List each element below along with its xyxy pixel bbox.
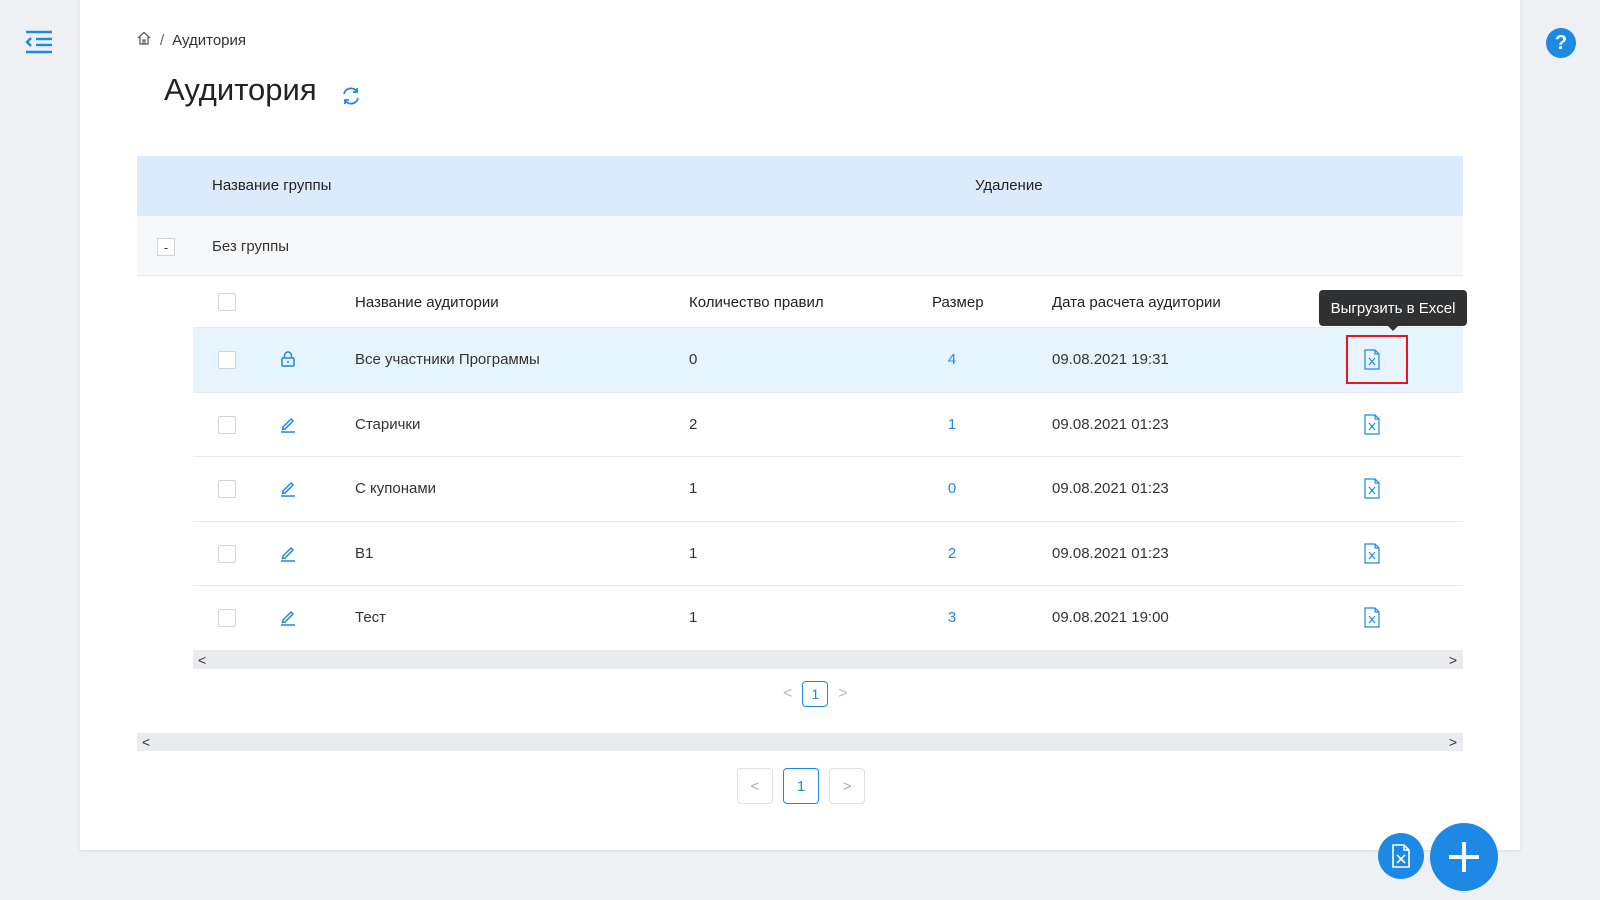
rules-count: 1 — [689, 609, 698, 626]
outer-horizontal-scrollbar[interactable]: < > — [137, 732, 1463, 751]
plus-icon — [1449, 842, 1479, 872]
calc-date: 09.08.2021 19:00 — [1052, 609, 1169, 626]
table-row[interactable]: Тест 1 3 09.08.2021 19:00 — [193, 586, 1463, 651]
calc-date: 09.08.2021 01:23 — [1052, 415, 1169, 433]
menu-toggle-icon[interactable] — [24, 28, 54, 56]
inner-prev-page-button[interactable]: < — [783, 685, 792, 703]
export-excel-icon[interactable] — [1363, 607, 1381, 628]
collapse-group-button[interactable]: - — [157, 238, 175, 256]
audience-name: Тест — [355, 609, 387, 626]
help-button[interactable]: ? — [1546, 28, 1576, 58]
rules-count: 2 — [689, 415, 698, 433]
audiences-table-header: Название аудитории Количество правил Раз… — [193, 276, 1467, 331]
group-label: Без группы — [212, 238, 290, 255]
audiences-table: Название аудитории Количество правил Раз… — [193, 276, 1467, 731]
lock-icon — [279, 350, 297, 368]
main-card: / Аудитория Аудитория Название группы Уд… — [80, 0, 1520, 850]
edit-icon[interactable] — [279, 415, 297, 433]
inner-horizontal-scrollbar[interactable]: < > — [193, 650, 1463, 669]
rules-count: 0 — [689, 351, 698, 368]
inner-pagination: < 1 > — [193, 669, 1463, 731]
edit-icon[interactable] — [279, 479, 297, 497]
groups-table: Название группы Удаление - Без группы На… — [137, 156, 1467, 751]
row-checkbox[interactable] — [218, 351, 236, 369]
page-1-button[interactable]: 1 — [783, 768, 819, 804]
rules-count: 1 — [689, 480, 698, 497]
select-all-checkbox[interactable] — [218, 293, 236, 311]
prev-page-button[interactable]: < — [737, 768, 773, 804]
edit-icon[interactable] — [279, 608, 297, 626]
scroll-left-arrow[interactable]: < — [198, 651, 206, 669]
scroll-right-arrow[interactable]: > — [1449, 651, 1457, 669]
refresh-icon[interactable] — [340, 85, 362, 107]
inner-page-1-button[interactable]: 1 — [802, 680, 829, 707]
inner-next-page-button[interactable]: > — [838, 685, 847, 703]
group-row: - Без группы — [137, 216, 1463, 276]
calc-date: 09.08.2021 19:31 — [1052, 351, 1169, 368]
audience-name: В1 — [355, 544, 374, 562]
column-header-rules-count: Количество правил — [689, 294, 824, 311]
outer-pagination: < 1 > — [737, 768, 865, 804]
table-row[interactable]: Старички 2 1 09.08.2021 01:23 — [193, 393, 1463, 457]
audience-name: Старички — [355, 415, 421, 433]
breadcrumb-separator: / — [160, 31, 165, 49]
export-excel-icon[interactable] — [1363, 542, 1381, 564]
edit-icon[interactable] — [279, 544, 297, 562]
audience-size-link[interactable]: 3 — [937, 609, 967, 626]
breadcrumb: / Аудитория — [136, 30, 246, 50]
row-checkbox[interactable] — [218, 609, 236, 627]
audience-size-link[interactable]: 4 — [937, 351, 967, 368]
audience-size-link[interactable]: 2 — [937, 545, 967, 562]
audience-size-link[interactable]: 1 — [937, 416, 967, 433]
table-row[interactable]: С купонами 1 0 09.08.2021 01:23 — [193, 457, 1463, 522]
column-header-audience-name: Название аудитории — [355, 294, 499, 311]
export-excel-icon[interactable] — [1363, 413, 1381, 435]
home-icon[interactable] — [136, 30, 152, 50]
excel-file-icon — [1392, 844, 1410, 868]
column-header-delete: Удаление — [975, 177, 1043, 194]
calc-date: 09.08.2021 01:23 — [1052, 544, 1169, 562]
audience-name: С купонами — [355, 480, 437, 497]
row-checkbox[interactable] — [218, 480, 236, 498]
table-row[interactable]: В1 1 2 09.08.2021 01:23 — [193, 522, 1463, 586]
scroll-right-arrow[interactable]: > — [1449, 733, 1457, 751]
groups-table-header: Название группы Удаление — [137, 156, 1463, 216]
column-header-size: Размер — [932, 294, 984, 311]
export-excel-tooltip: Выгрузить в Excel — [1319, 290, 1467, 331]
row-checkbox[interactable] — [218, 415, 236, 434]
export-excel-icon[interactable] — [1363, 478, 1381, 499]
rules-count: 1 — [689, 544, 698, 562]
export-all-excel-button[interactable] — [1378, 833, 1424, 879]
column-header-calc-date: Дата расчета аудитории — [1052, 294, 1221, 311]
add-audience-button[interactable] — [1430, 823, 1498, 891]
row-checkbox[interactable] — [218, 544, 236, 563]
audience-size-link[interactable]: 0 — [937, 480, 967, 497]
breadcrumb-current: Аудитория — [172, 31, 247, 49]
page-title: Аудитория — [164, 72, 317, 107]
column-header-group-name: Название группы — [212, 177, 332, 194]
next-page-button[interactable]: > — [829, 768, 865, 804]
calc-date: 09.08.2021 01:23 — [1052, 480, 1169, 497]
table-row[interactable]: Все участники Программы 0 4 09.08.2021 1… — [193, 328, 1463, 393]
scroll-left-arrow[interactable]: < — [142, 733, 150, 751]
highlight-annotation — [1346, 335, 1408, 384]
audience-name: Все участники Программы — [355, 351, 540, 368]
